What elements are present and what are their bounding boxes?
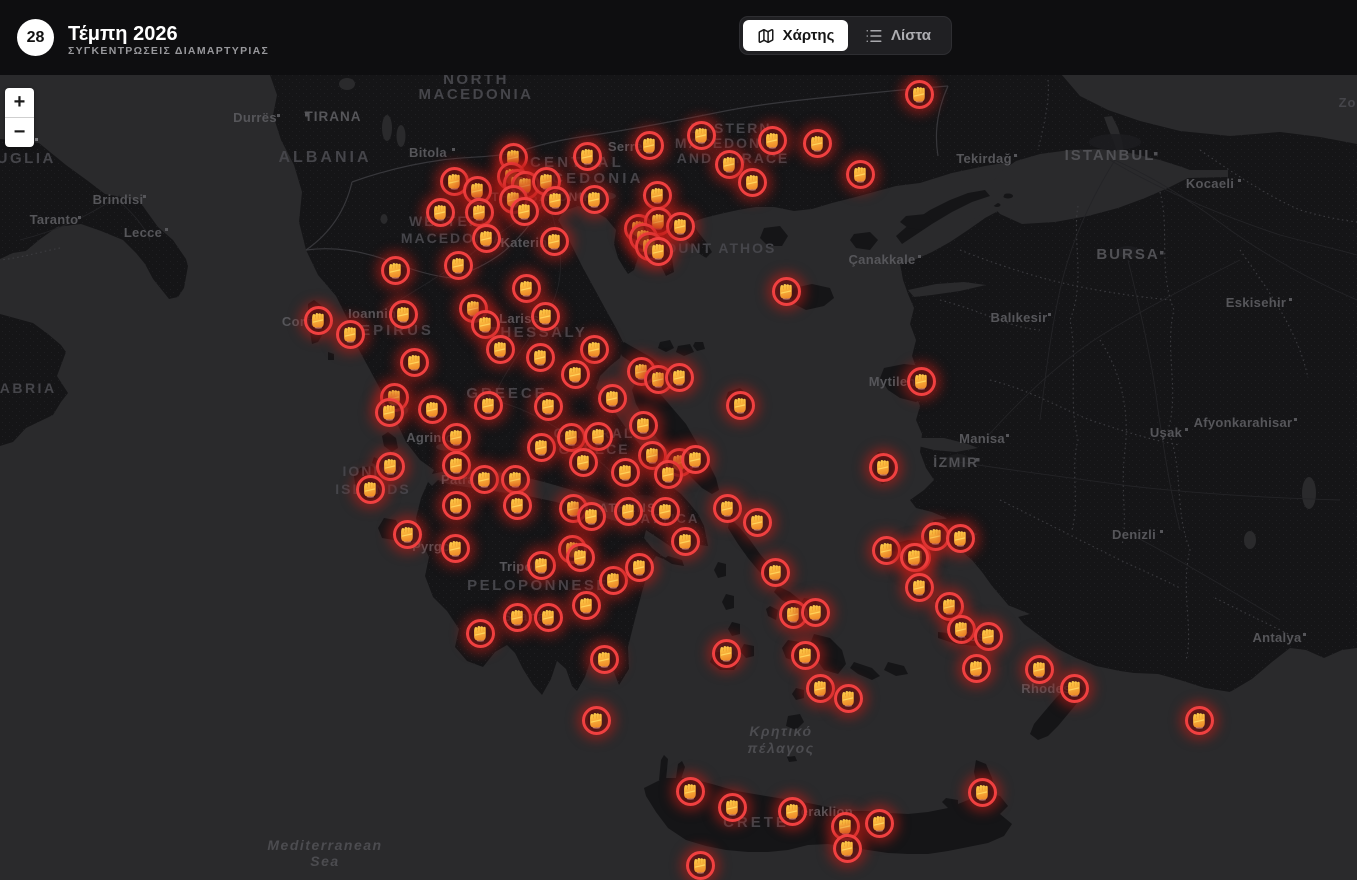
svg-text:Manisa: Manisa [959,431,1005,446]
svg-text:CALABRIA: CALABRIA [0,380,57,396]
svg-text:Eskisehir: Eskisehir [1226,295,1287,310]
svg-text:πέλαγος: πέλαγος [747,740,814,756]
svg-text:MACEDONIA: MACEDONIA [419,86,534,103]
svg-text:Bitola: Bitola [409,145,447,160]
svg-text:Mediterranean: Mediterranean [267,837,382,853]
svg-text:Çanakkale: Çanakkale [848,252,915,267]
svg-text:ISTANBUL: ISTANBUL [1065,147,1156,164]
svg-text:Lecce: Lecce [124,225,162,240]
svg-text:Taranto: Taranto [30,212,79,227]
svg-text:PUGLIA: PUGLIA [0,150,56,167]
svg-text:BURSA: BURSA [1096,246,1159,263]
svg-text:Sea: Sea [310,853,339,869]
svg-text:Balıkesir: Balıkesir [991,310,1048,325]
svg-text:Κρητικό: Κρητικό [749,723,812,739]
svg-text:Kocaeli: Kocaeli [1186,176,1234,191]
svg-text:İZMIR: İZMIR [933,454,979,470]
svg-text:Durrës: Durrës [233,110,277,125]
svg-text:Zon: Zon [1339,95,1357,110]
svg-text:Uşak: Uşak [1150,425,1183,440]
svg-text:Afyonkarahisar: Afyonkarahisar [1194,415,1293,430]
svg-text:ALBANIA: ALBANIA [279,149,372,166]
svg-text:Tekirdağ: Tekirdağ [956,151,1012,166]
svg-text:Denizli: Denizli [1112,527,1156,542]
svg-text:Brindisi: Brindisi [93,192,144,207]
svg-text:Antalya: Antalya [1252,630,1302,645]
svg-text:TIRANA: TIRANA [305,109,362,124]
